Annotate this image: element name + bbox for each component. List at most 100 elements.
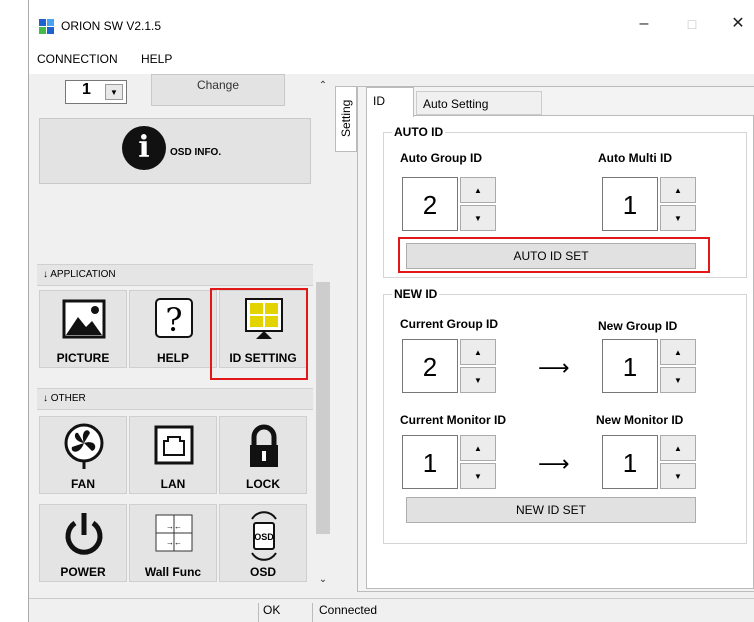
tile-label: POWER [60,565,106,579]
new-id-set-button[interactable]: NEW ID SET [406,497,696,523]
monitor-select[interactable]: 1 ▼ [65,80,127,104]
lan-icon [154,425,194,465]
chevron-down-icon[interactable]: ▼ [105,84,123,100]
current-monitor-id-stepper[interactable]: 1 ▲ ▼ [402,435,502,489]
app-window: ORION SW V2.1.5 – □ ✕ CONNECTION HELP 1 … [28,0,754,622]
arrow-right-icon: ⟶ [538,451,570,476]
auto-id-group: AUTO ID Auto Group ID Auto Multi ID 2 ▲ … [383,125,747,278]
tile-label: Wall Func [144,565,202,579]
tile-label: LAN [160,477,186,491]
highlight-box [398,237,710,273]
menu-help[interactable]: HELP [141,52,172,66]
spin-up-icon[interactable]: ▲ [660,435,696,461]
tile-help[interactable]: ? HELP [129,290,217,368]
picture-icon [62,299,106,339]
tile-fan[interactable]: FAN [39,416,127,494]
new-monitor-id-stepper[interactable]: 1 ▲ ▼ [602,435,702,489]
auto-multi-id-value[interactable]: 1 [602,177,658,231]
new-id-title: NEW ID [392,287,440,301]
osd-info-label: OSD INFO. [170,147,222,158]
spin-down-icon[interactable]: ▼ [460,367,496,393]
section-other[interactable]: ↓ OTHER [37,388,313,410]
status-bar: OK Connected [29,598,754,622]
new-monitor-id-value[interactable]: 1 [602,435,658,489]
arrow-right-icon: ⟶ [538,355,570,380]
scroll-up-icon[interactable]: ⌃ [314,80,332,91]
current-group-id-stepper[interactable]: 2 ▲ ▼ [402,339,502,393]
auto-multi-id-stepper[interactable]: 1 ▲ ▼ [602,177,702,231]
lock-icon [250,424,278,467]
svg-text:?: ? [165,301,182,339]
tab-auto-setting-label: Auto Setting [423,97,489,111]
status-state: OK [259,603,313,622]
spin-up-icon[interactable]: ▲ [460,435,496,461]
power-icon [65,513,103,555]
scroll-thumb[interactable] [316,282,330,534]
highlight-box [210,288,308,380]
question-icon: ? [155,298,193,339]
status-connection: Connected [319,603,378,617]
tile-osd[interactable]: OSD OSD [219,504,307,582]
tile-lock[interactable]: LOCK [219,416,307,494]
auto-group-id-value[interactable]: 2 [402,177,458,231]
minimize-button[interactable]: – [629,12,659,36]
app-logo-icon [39,19,55,35]
spin-up-icon[interactable]: ▲ [660,339,696,365]
spin-down-icon[interactable]: ▼ [660,205,696,231]
scroll-down-icon[interactable]: ⌄ [314,574,332,585]
spin-down-icon[interactable]: ▼ [460,205,496,231]
current-monitor-id-value[interactable]: 1 [402,435,458,489]
tile-lan[interactable]: LAN [129,416,217,494]
auto-id-title: AUTO ID [392,125,446,139]
tab-setting[interactable]: Setting [335,86,357,152]
info-icon: i [122,126,166,170]
svg-text:OSD: OSD [254,532,274,542]
maximize-button[interactable]: □ [677,12,707,36]
new-monitor-id-label: New Monitor ID [596,413,684,427]
left-panel: 1 ▼ Change i OSD INFO. ↓ APPLICATION PIC… [37,74,337,594]
new-id-group: NEW ID Current Group ID New Group ID 2 ▲… [383,287,747,544]
new-group-id-label: New Group ID [598,319,678,333]
spin-up-icon[interactable]: ▲ [660,177,696,203]
svg-text:→←: →← [166,538,182,547]
osd-info-button[interactable]: i OSD INFO. [39,118,311,184]
auto-multi-id-label: Auto Multi ID [598,151,672,165]
spin-down-icon[interactable]: ▼ [460,463,496,489]
settings-content: Auto Setting AUTO ID Auto Group ID Auto … [357,86,754,592]
current-monitor-id-label: Current Monitor ID [400,413,506,427]
monitor-select-value: 1 [82,81,91,98]
tile-power[interactable]: POWER [39,504,127,582]
osd-icon: OSD [251,511,277,561]
current-group-id-value[interactable]: 2 [402,339,458,393]
new-group-id-value[interactable]: 1 [602,339,658,393]
title-bar: ORION SW V2.1.5 – □ ✕ [29,0,754,44]
tile-label: OSD [249,565,276,579]
id-panel: AUTO ID Auto Group ID Auto Multi ID 2 ▲ … [366,115,754,589]
tab-auto-setting[interactable]: Auto Setting [416,91,542,115]
wall-grid-icon: →← →← [155,514,193,552]
spin-down-icon[interactable]: ▼ [660,463,696,489]
svg-text:→←: →← [166,522,182,531]
spin-up-icon[interactable]: ▲ [460,177,496,203]
close-button[interactable]: ✕ [723,12,753,36]
spin-down-icon[interactable]: ▼ [660,367,696,393]
tile-picture[interactable]: PICTURE [39,290,127,368]
section-other-label: OTHER [50,393,86,404]
tile-label: LOCK [246,477,280,491]
tile-label: HELP [156,351,189,365]
fan-icon [64,423,104,469]
auto-group-id-stepper[interactable]: 2 ▲ ▼ [402,177,502,231]
tile-label: PICTURE [56,351,110,365]
tab-setting-label: Setting [339,99,353,137]
section-application[interactable]: ↓ APPLICATION [37,264,313,286]
status-empty [33,603,259,622]
window-title: ORION SW V2.1.5 [61,19,162,33]
tile-wall-func[interactable]: →← →← Wall Func [129,504,217,582]
new-group-id-stepper[interactable]: 1 ▲ ▼ [602,339,702,393]
spin-up-icon[interactable]: ▲ [460,339,496,365]
auto-group-id-label: Auto Group ID [400,151,482,165]
menu-connection[interactable]: CONNECTION [37,52,118,66]
change-button[interactable]: Change [151,74,285,106]
tab-id[interactable]: ID [366,87,414,117]
left-scrollbar[interactable]: ⌃ ⌄ [314,74,332,594]
